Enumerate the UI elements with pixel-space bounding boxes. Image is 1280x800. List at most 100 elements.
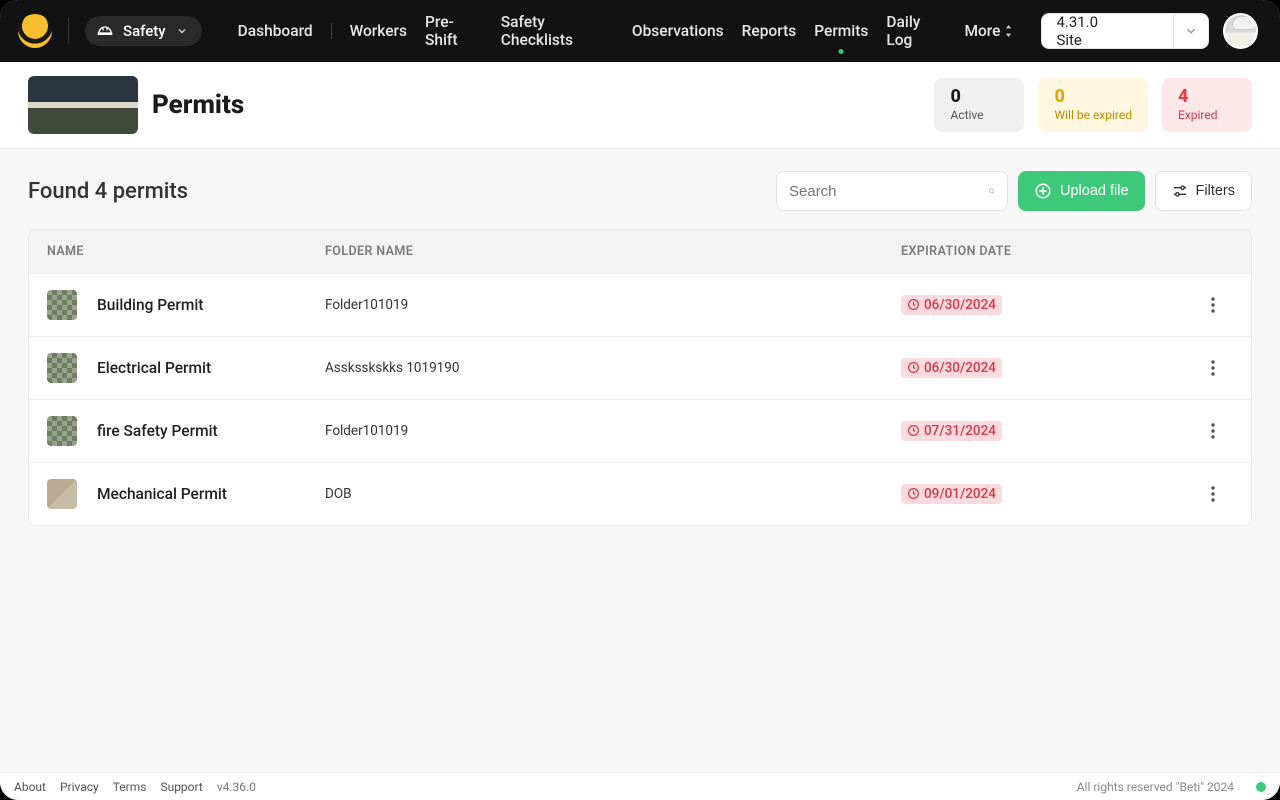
nav-more[interactable]: More	[964, 22, 1013, 40]
exp-date: 06/30/2024	[924, 360, 996, 376]
hardhat-icon	[97, 23, 113, 39]
plus-circle-icon	[1034, 182, 1052, 200]
permit-thumbnail	[47, 416, 77, 446]
permit-expiration: 07/31/2024	[901, 421, 1193, 442]
stat-will-expire[interactable]: 0 Will be expired	[1038, 78, 1148, 132]
permit-expiration: 09/01/2024	[901, 484, 1193, 505]
table-row[interactable]: Electrical Permit Assksskskks 1019190 06…	[29, 336, 1251, 399]
footer: About Privacy Terms Support v4.36.0 All …	[0, 772, 1280, 800]
site-thumbnail	[28, 76, 138, 134]
clock-icon	[907, 424, 920, 437]
permit-expiration: 06/30/2024	[901, 358, 1193, 379]
permit-thumbnail	[47, 479, 77, 509]
row-menu-button[interactable]	[1193, 360, 1233, 376]
status-dot-icon	[1256, 782, 1266, 792]
permit-name: Electrical Permit	[97, 359, 325, 377]
top-nav: Safety Dashboard Workers Pre-Shift Safet…	[0, 0, 1280, 62]
user-avatar[interactable]	[1223, 13, 1258, 49]
brand-logo[interactable]	[18, 14, 52, 48]
search-input[interactable]	[789, 183, 988, 200]
search-icon	[988, 182, 995, 200]
stat-will-expire-count: 0	[1054, 88, 1132, 106]
footer-support[interactable]: Support	[160, 780, 202, 794]
results-count: Found 4 permits	[28, 179, 188, 204]
row-menu-button[interactable]	[1193, 423, 1233, 439]
nav-preshift[interactable]: Pre-Shift	[425, 13, 483, 49]
permit-expiration: 06/30/2024	[901, 295, 1193, 316]
clock-icon	[907, 298, 920, 311]
sort-icon	[1004, 25, 1013, 37]
nav-sep	[331, 23, 332, 39]
stat-expired-count: 4	[1178, 88, 1236, 106]
permit-thumbnail	[47, 290, 77, 320]
nav-more-label: More	[964, 22, 1000, 40]
filters-label: Filters	[1196, 183, 1235, 199]
stat-active[interactable]: 0 Active	[934, 78, 1024, 132]
col-actions	[1193, 244, 1233, 259]
footer-privacy[interactable]: Privacy	[60, 780, 99, 794]
stat-will-expire-label: Will be expired	[1054, 108, 1132, 122]
page-title: Permits	[152, 90, 244, 120]
footer-version: v4.36.0	[217, 780, 256, 794]
nav-reports[interactable]: Reports	[742, 22, 797, 40]
exp-date: 06/30/2024	[924, 297, 996, 313]
nav-dashboard[interactable]: Dashboard	[238, 22, 313, 40]
permit-folder: Assksskskks 1019190	[325, 360, 901, 376]
site-selector[interactable]: 4.31.0 Site	[1041, 13, 1208, 49]
expired-badge: 07/31/2024	[901, 421, 1002, 441]
stat-active-label: Active	[950, 108, 1008, 122]
permit-folder: Folder101019	[325, 423, 901, 439]
content-area: Found 4 permits Upload file Filters NAME…	[0, 149, 1280, 772]
permit-name: fire Safety Permit	[97, 422, 325, 440]
page-header: Permits 0 Active 0 Will be expired 4 Exp…	[0, 62, 1280, 149]
permit-thumbnail	[47, 353, 77, 383]
expired-badge: 09/01/2024	[901, 484, 1002, 504]
more-vertical-icon	[1211, 297, 1215, 313]
clock-icon	[907, 361, 920, 374]
exp-date: 07/31/2024	[924, 423, 996, 439]
sliders-icon	[1172, 183, 1188, 199]
filters-button[interactable]: Filters	[1155, 171, 1252, 211]
row-menu-button[interactable]	[1193, 297, 1233, 313]
nav-workers[interactable]: Workers	[350, 22, 407, 40]
footer-about[interactable]: About	[14, 780, 46, 794]
chevron-down-icon	[1173, 14, 1198, 48]
expired-badge: 06/30/2024	[901, 295, 1002, 315]
permit-folder: Folder101019	[325, 297, 901, 313]
chevron-down-icon	[176, 25, 188, 37]
stat-active-count: 0	[950, 88, 1008, 106]
col-expiration[interactable]: EXPIRATION DATE	[901, 244, 1193, 259]
col-folder[interactable]: FOLDER NAME	[325, 244, 901, 259]
nav-permits[interactable]: Permits	[814, 22, 868, 40]
row-menu-button[interactable]	[1193, 486, 1233, 502]
permit-folder: DOB	[325, 486, 901, 502]
footer-rights: All rights reserved "Beti" 2024	[1077, 780, 1234, 794]
more-vertical-icon	[1211, 423, 1215, 439]
module-switcher[interactable]: Safety	[85, 16, 202, 46]
nav-checklists[interactable]: Safety Checklists	[501, 13, 614, 49]
expired-badge: 06/30/2024	[901, 358, 1002, 378]
permits-table: NAME FOLDER NAME EXPIRATION DATE Buildin…	[28, 229, 1252, 526]
nav-observations[interactable]: Observations	[632, 22, 724, 40]
nav-divider	[68, 18, 69, 44]
permit-name: Mechanical Permit	[97, 485, 325, 503]
permit-name: Building Permit	[97, 296, 325, 314]
search-box[interactable]	[776, 171, 1008, 211]
table-row[interactable]: fire Safety Permit Folder101019 07/31/20…	[29, 399, 1251, 462]
list-toolbar: Found 4 permits Upload file Filters	[28, 171, 1252, 211]
more-vertical-icon	[1211, 360, 1215, 376]
nav-links: Dashboard Workers Pre-Shift Safety Check…	[238, 13, 1014, 49]
table-header: NAME FOLDER NAME EXPIRATION DATE	[29, 230, 1251, 273]
site-value: 4.31.0 Site	[1056, 13, 1124, 49]
upload-button[interactable]: Upload file	[1018, 171, 1145, 211]
footer-terms[interactable]: Terms	[113, 780, 147, 794]
table-row[interactable]: Mechanical Permit DOB 09/01/2024	[29, 462, 1251, 525]
stat-expired[interactable]: 4 Expired	[1162, 78, 1252, 132]
clock-icon	[907, 487, 920, 500]
upload-label: Upload file	[1060, 183, 1129, 199]
nav-dailylog[interactable]: Daily Log	[886, 13, 946, 49]
table-row[interactable]: Building Permit Folder101019 06/30/2024	[29, 273, 1251, 336]
col-name[interactable]: NAME	[47, 244, 325, 259]
exp-date: 09/01/2024	[924, 486, 996, 502]
stat-expired-label: Expired	[1178, 108, 1236, 122]
